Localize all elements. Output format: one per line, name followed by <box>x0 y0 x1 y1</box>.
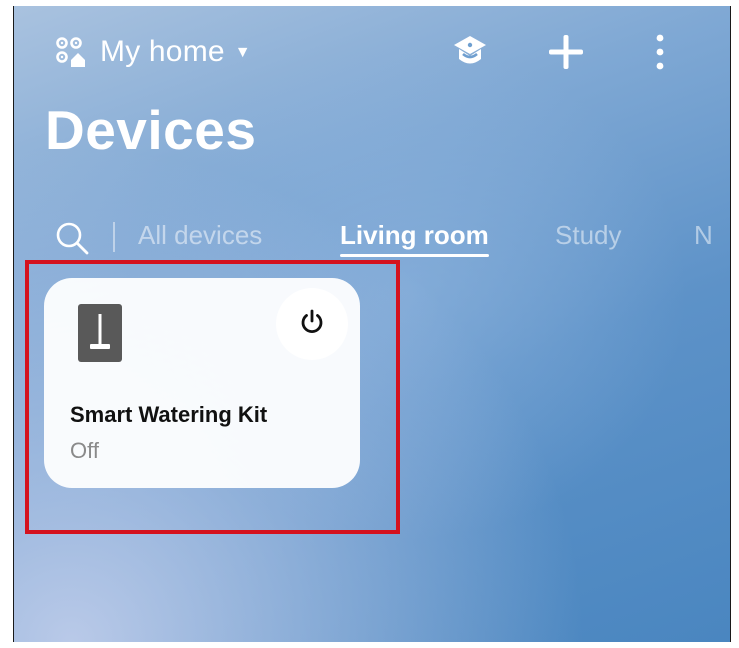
more-options-button[interactable] <box>638 32 682 76</box>
caret-down-icon: ▼ <box>234 44 251 61</box>
room-tabs: All devices Living room Study N <box>14 212 730 262</box>
home-qr-icon <box>52 33 90 71</box>
tab-study[interactable]: Study <box>555 220 622 251</box>
tab-divider <box>113 222 115 252</box>
top-bar: My home ▼ <box>14 6 730 96</box>
plus-icon <box>547 33 585 76</box>
add-device-button[interactable] <box>544 32 588 76</box>
home-name: My home <box>100 35 225 68</box>
tab-living-room[interactable]: Living room <box>340 220 489 257</box>
tab-all-devices[interactable]: All devices <box>138 220 262 251</box>
tab-next-room[interactable]: N <box>694 220 713 251</box>
search-icon[interactable] <box>54 220 90 256</box>
more-vertical-icon <box>654 33 666 76</box>
app-screen: My home ▼ Devices All devices Living roo… <box>14 6 730 642</box>
scene-button[interactable] <box>448 32 492 76</box>
power-icon <box>298 308 326 341</box>
page-title: Devices <box>45 99 257 161</box>
device-status: Off <box>70 438 99 463</box>
device-name: Smart Watering Kit <box>70 402 268 427</box>
power-button[interactable] <box>276 288 348 360</box>
watering-kit-icon <box>78 304 122 362</box>
scene-icon <box>450 32 490 77</box>
home-switcher[interactable]: My home ▼ <box>52 32 251 72</box>
device-card-smart-watering-kit[interactable]: Smart Watering Kit Off <box>44 278 360 488</box>
